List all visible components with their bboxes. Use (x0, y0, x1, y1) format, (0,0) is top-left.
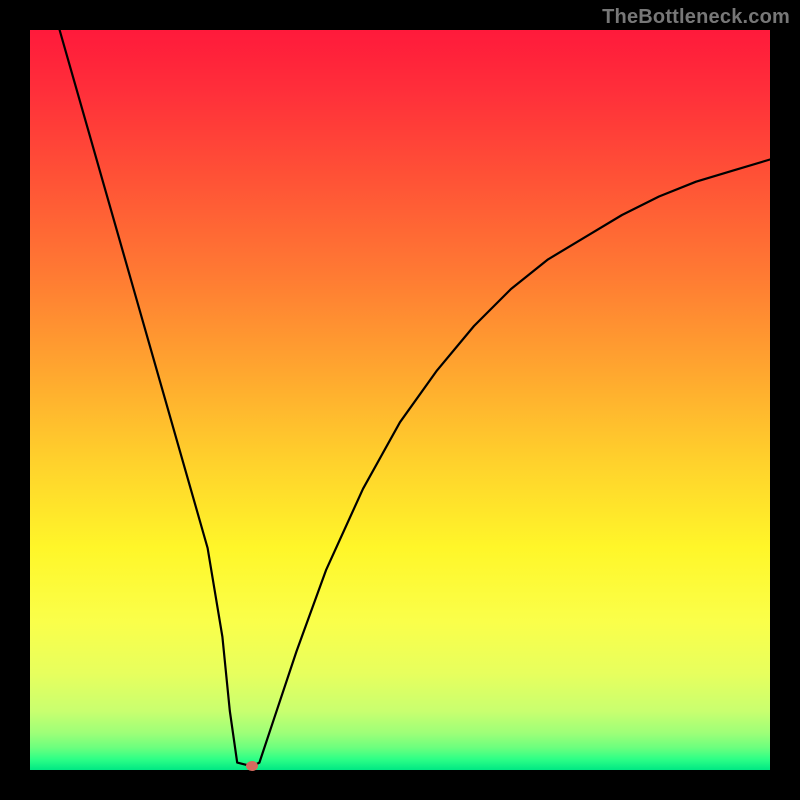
chart-frame: TheBottleneck.com (0, 0, 800, 800)
minimum-marker-icon (246, 761, 258, 771)
watermark-text: TheBottleneck.com (602, 6, 790, 29)
bottleneck-curve (30, 30, 770, 770)
plot-area (30, 30, 770, 770)
